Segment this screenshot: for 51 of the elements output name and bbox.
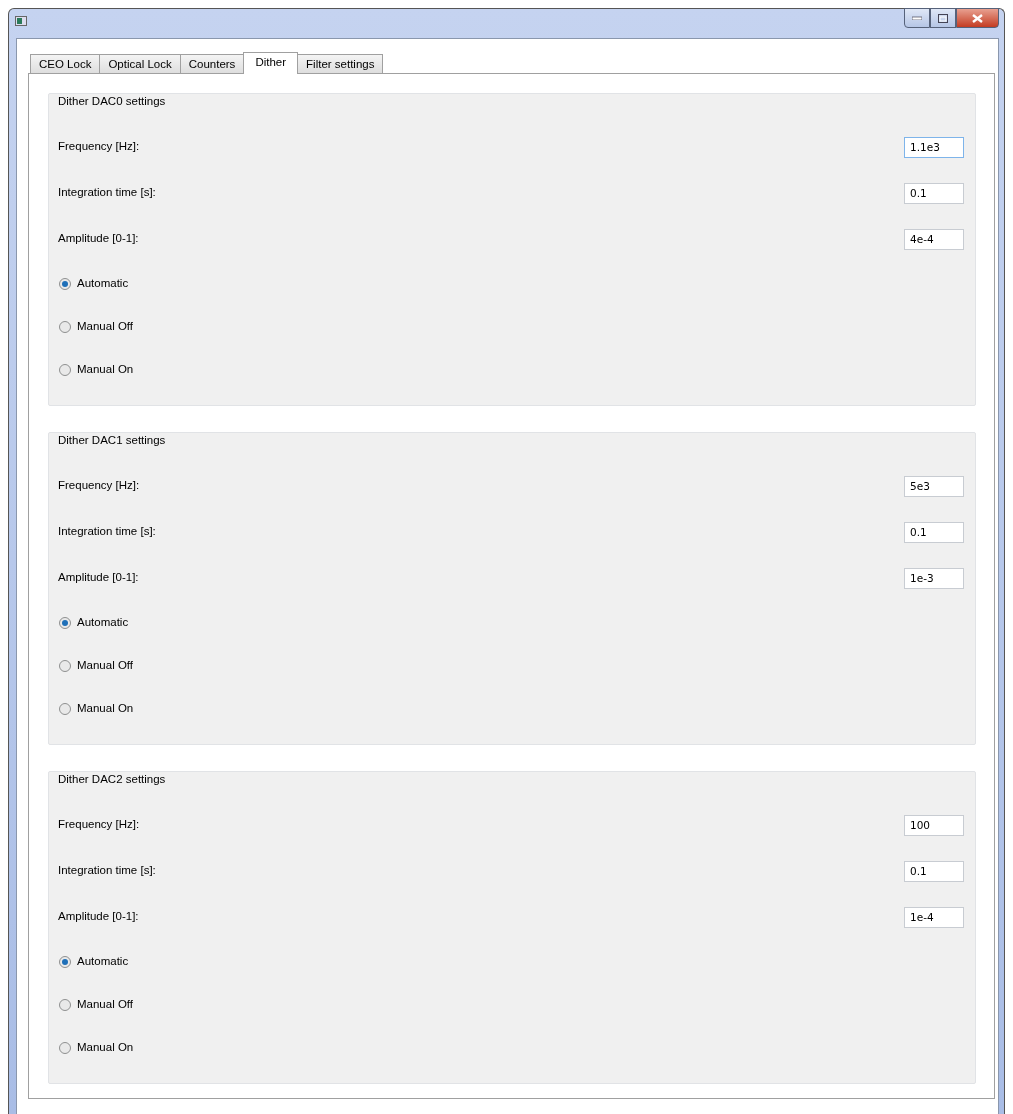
radio-label: Manual Off (77, 996, 134, 1012)
radio-button[interactable] (59, 320, 71, 333)
input-field[interactable]: 1e-4 (904, 906, 964, 928)
field-label: Amplitude [0-1]: (58, 231, 139, 247)
input-field[interactable]: 0.1 (904, 860, 964, 882)
group-title: Dither DAC1 settings (57, 433, 167, 447)
tab[interactable]: Dither (243, 52, 299, 74)
radio-label: Manual On (77, 1039, 134, 1055)
input-field[interactable]: 5e3 (904, 475, 964, 497)
radio-label: Automatic (77, 953, 129, 969)
radio-button[interactable] (59, 616, 71, 629)
input-field[interactable]: 0.1 (904, 521, 964, 543)
radio-button[interactable] (59, 955, 71, 968)
tab[interactable]: Counters (179, 54, 245, 73)
minimize-icon (912, 16, 922, 20)
radio-label: Automatic (77, 275, 129, 291)
minimize-button[interactable] (904, 8, 930, 28)
close-button[interactable] (956, 8, 999, 28)
field-label: Amplitude [0-1]: (58, 909, 139, 925)
input-field[interactable]: 1e-3 (904, 567, 964, 589)
app-icon (15, 15, 27, 26)
input-field[interactable]: 4e-4 (904, 228, 964, 250)
radio-label: Manual On (77, 700, 134, 716)
radio-button[interactable] (59, 363, 71, 376)
field-label: Frequency [Hz]: (58, 478, 140, 494)
radio-label: Manual Off (77, 318, 134, 334)
close-icon (972, 13, 983, 23)
input-field[interactable]: 0.1 (904, 182, 964, 204)
radio-label: Automatic (77, 614, 129, 630)
tab[interactable]: CEO Lock (30, 54, 101, 73)
field-label: Amplitude [0-1]: (58, 570, 139, 586)
tab[interactable]: Filter settings (297, 54, 384, 73)
radio-button[interactable] (59, 277, 71, 290)
radio-label: Manual On (77, 361, 134, 377)
input-field[interactable]: 100 (904, 814, 964, 836)
tab[interactable]: Optical Lock (99, 54, 181, 73)
radio-button[interactable] (59, 659, 71, 672)
radio-button[interactable] (59, 702, 71, 715)
maximize-icon (938, 13, 948, 23)
field-label: Integration time [s]: (58, 185, 156, 201)
radio-label: Manual Off (77, 657, 134, 673)
field-label: Frequency [Hz]: (58, 817, 140, 833)
field-label: Frequency [Hz]: (58, 139, 140, 155)
group-title: Dither DAC2 settings (57, 772, 167, 786)
maximize-button[interactable] (930, 8, 956, 28)
radio-button[interactable] (59, 998, 71, 1011)
field-label: Integration time [s]: (58, 524, 156, 540)
radio-button[interactable] (59, 1041, 71, 1054)
group-title: Dither DAC0 settings (57, 94, 167, 108)
field-label: Integration time [s]: (58, 863, 156, 879)
input-field[interactable]: 1.1e3 (904, 136, 964, 158)
